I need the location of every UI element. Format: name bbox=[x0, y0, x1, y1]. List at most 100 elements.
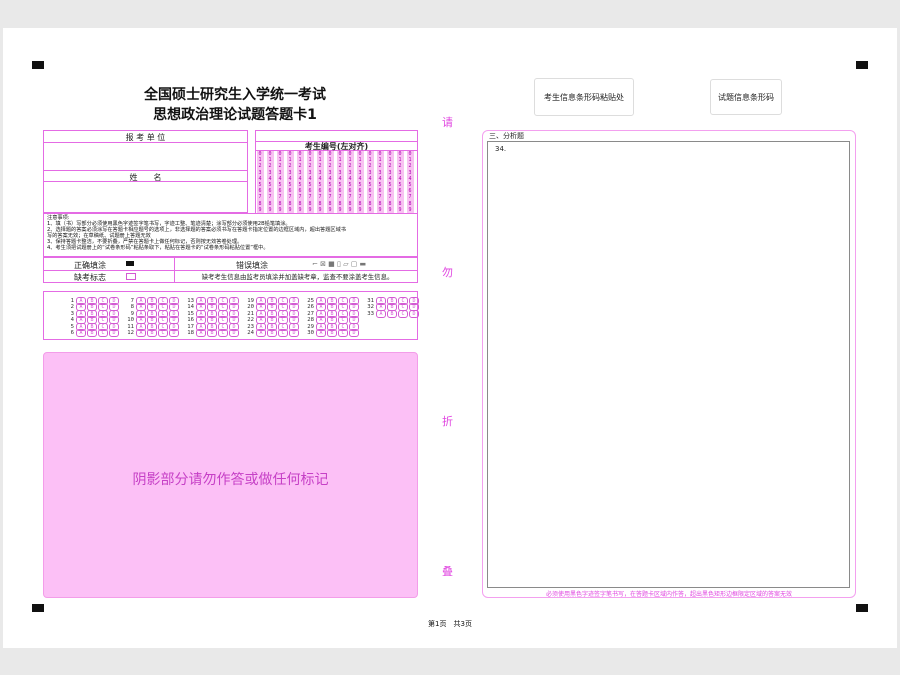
exam-number-bubble[interactable]: 9 bbox=[349, 207, 352, 213]
exam-number-bubble[interactable]: 8 bbox=[369, 201, 372, 207]
exam-number-bubble[interactable]: 5 bbox=[319, 182, 322, 188]
exam-number-bubble[interactable]: 8 bbox=[409, 201, 412, 207]
exam-number-bubble[interactable]: 9 bbox=[309, 207, 312, 213]
exam-number-bubble[interactable]: 4 bbox=[379, 176, 382, 182]
exam-number-bubble[interactable]: 6 bbox=[289, 188, 292, 194]
option-bubble[interactable]: B bbox=[387, 309, 397, 318]
exam-number-bubble[interactable]: 6 bbox=[259, 188, 262, 194]
option-bubble[interactable]: D bbox=[229, 329, 239, 337]
exam-number-bubble[interactable]: 0 bbox=[329, 151, 332, 157]
exam-number-bubble[interactable]: 9 bbox=[329, 207, 332, 213]
exam-number-bubble[interactable]: 6 bbox=[279, 188, 282, 194]
exam-number-bubble[interactable]: 9 bbox=[269, 207, 272, 213]
exam-number-bubble[interactable]: 8 bbox=[339, 201, 342, 207]
exam-number-bubble[interactable]: 8 bbox=[269, 201, 272, 207]
option-bubble[interactable]: D bbox=[289, 329, 299, 337]
exam-number-bubble[interactable]: 0 bbox=[399, 151, 402, 157]
exam-number-bubble[interactable]: 2 bbox=[269, 163, 272, 169]
exam-number-bubble[interactable]: 0 bbox=[369, 151, 372, 157]
exam-number-bubble[interactable]: 1 bbox=[379, 157, 382, 163]
option-bubble[interactable]: B bbox=[207, 329, 217, 337]
exam-number-bubble[interactable]: 3 bbox=[309, 170, 312, 176]
exam-number-bubble[interactable]: 7 bbox=[359, 194, 362, 200]
exam-number-bubble[interactable]: 1 bbox=[389, 157, 392, 163]
exam-number-bubble[interactable]: 4 bbox=[289, 176, 292, 182]
exam-number-bubble[interactable]: 0 bbox=[379, 151, 382, 157]
exam-number-bubble[interactable]: 3 bbox=[259, 170, 262, 176]
exam-number-bubble[interactable]: 5 bbox=[309, 182, 312, 188]
exam-number-bubble[interactable]: 0 bbox=[409, 151, 412, 157]
exam-number-bubble[interactable]: 4 bbox=[259, 176, 262, 182]
exam-number-bubble[interactable]: 6 bbox=[299, 188, 302, 194]
exam-number-bubble[interactable]: 4 bbox=[409, 176, 412, 182]
student-barcode-area[interactable]: 考生信息条形码粘贴处 bbox=[534, 78, 634, 116]
option-bubble[interactable]: B bbox=[147, 329, 157, 337]
option-bubble[interactable]: A bbox=[316, 329, 326, 337]
exam-number-bubble[interactable]: 1 bbox=[399, 157, 402, 163]
exam-number-bubble[interactable]: 6 bbox=[309, 188, 312, 194]
exam-number-bubble[interactable]: 7 bbox=[349, 194, 352, 200]
exam-number-bubble[interactable]: 8 bbox=[379, 201, 382, 207]
option-bubble[interactable]: C bbox=[338, 329, 348, 337]
exam-number-bubble[interactable]: 0 bbox=[389, 151, 392, 157]
exam-number-bubble[interactable]: 4 bbox=[279, 176, 282, 182]
exam-number-bubble[interactable]: 4 bbox=[309, 176, 312, 182]
exam-number-bubble[interactable]: 2 bbox=[279, 163, 282, 169]
exam-number-bubble[interactable]: 7 bbox=[369, 194, 372, 200]
exam-number-bubble[interactable]: 2 bbox=[349, 163, 352, 169]
exam-number-bubble[interactable]: 8 bbox=[299, 201, 302, 207]
option-bubble[interactable]: D bbox=[349, 329, 359, 337]
exam-number-bubble[interactable]: 9 bbox=[319, 207, 322, 213]
exam-number-bubble[interactable]: 8 bbox=[359, 201, 362, 207]
exam-number-bubble[interactable]: 2 bbox=[389, 163, 392, 169]
exam-number-bubble[interactable]: 0 bbox=[349, 151, 352, 157]
exam-number-bubble[interactable]: 5 bbox=[279, 182, 282, 188]
exam-number-bubble[interactable]: 2 bbox=[329, 163, 332, 169]
exam-number-bubble[interactable]: 3 bbox=[379, 170, 382, 176]
exam-number-bubble[interactable]: 7 bbox=[319, 194, 322, 200]
exam-number-bubble[interactable]: 3 bbox=[369, 170, 372, 176]
exam-number-bubble[interactable]: 7 bbox=[379, 194, 382, 200]
question-barcode-area[interactable]: 试题信息条形码 bbox=[710, 79, 782, 115]
exam-number-bubble[interactable]: 1 bbox=[259, 157, 262, 163]
option-bubble[interactable]: C bbox=[98, 329, 108, 337]
exam-number-bubble[interactable]: 5 bbox=[399, 182, 402, 188]
option-bubble[interactable]: D bbox=[409, 309, 419, 318]
exam-number-bubble[interactable]: 0 bbox=[309, 151, 312, 157]
option-bubble[interactable]: B bbox=[267, 329, 277, 337]
exam-number-bubble[interactable]: 8 bbox=[309, 201, 312, 207]
exam-number-bubble[interactable]: 1 bbox=[369, 157, 372, 163]
exam-number-bubble[interactable]: 9 bbox=[259, 207, 262, 213]
option-bubble[interactable]: C bbox=[218, 329, 228, 337]
exam-number-bubble[interactable]: 1 bbox=[279, 157, 282, 163]
exam-number-bubble[interactable]: 2 bbox=[319, 163, 322, 169]
exam-number-bubble[interactable]: 5 bbox=[349, 182, 352, 188]
exam-number-bubble[interactable]: 5 bbox=[329, 182, 332, 188]
exam-number-bubble[interactable]: 1 bbox=[329, 157, 332, 163]
exam-number-bubble[interactable]: 9 bbox=[289, 207, 292, 213]
exam-number-bubble[interactable]: 7 bbox=[279, 194, 282, 200]
exam-number-bubble[interactable]: 2 bbox=[339, 163, 342, 169]
exam-number-bubble[interactable]: 6 bbox=[379, 188, 382, 194]
exam-number-bubble[interactable]: 2 bbox=[379, 163, 382, 169]
option-bubble[interactable]: A bbox=[196, 329, 206, 337]
option-bubble[interactable]: D bbox=[169, 329, 179, 337]
exam-number-bubble[interactable]: 5 bbox=[259, 182, 262, 188]
exam-number-bubble[interactable]: 2 bbox=[369, 163, 372, 169]
exam-number-bubble[interactable]: 7 bbox=[289, 194, 292, 200]
exam-number-bubble[interactable]: 8 bbox=[259, 201, 262, 207]
exam-number-bubble[interactable]: 7 bbox=[329, 194, 332, 200]
exam-number-bubble[interactable]: 0 bbox=[289, 151, 292, 157]
exam-number-bubble[interactable]: 4 bbox=[399, 176, 402, 182]
absent-checkbox[interactable] bbox=[126, 273, 136, 280]
exam-number-bubble[interactable]: 2 bbox=[409, 163, 412, 169]
option-bubble[interactable]: A bbox=[376, 309, 386, 318]
exam-number-bubble[interactable]: 7 bbox=[399, 194, 402, 200]
exam-number-bubble[interactable]: 5 bbox=[379, 182, 382, 188]
exam-number-bubble[interactable]: 6 bbox=[269, 188, 272, 194]
exam-number-bubble[interactable]: 6 bbox=[369, 188, 372, 194]
exam-number-bubble[interactable]: 7 bbox=[389, 194, 392, 200]
option-bubble[interactable]: A bbox=[136, 329, 146, 337]
exam-number-bubble[interactable]: 1 bbox=[359, 157, 362, 163]
exam-number-bubble[interactable]: 3 bbox=[409, 170, 412, 176]
